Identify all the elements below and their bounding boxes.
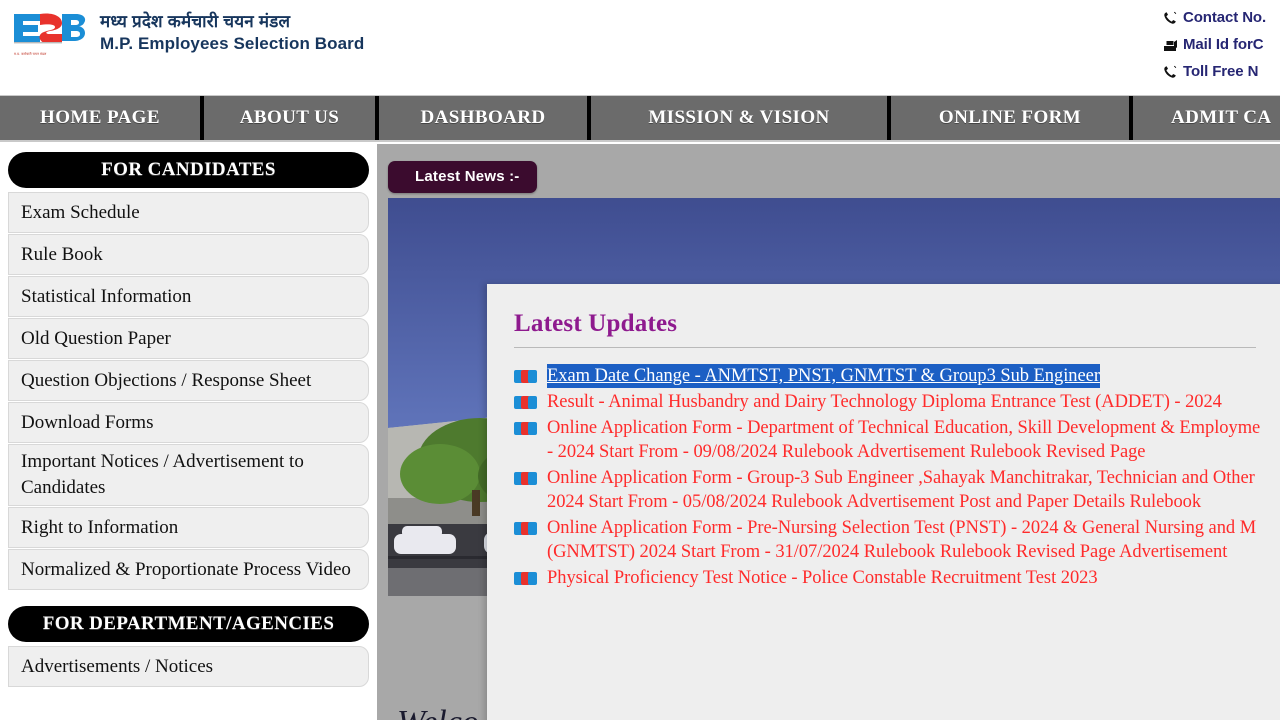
- title-divider: [514, 347, 1256, 348]
- sidebar-item-advertisements-notices[interactable]: Advertisements / Notices: [8, 646, 369, 687]
- update-link[interactable]: Exam Date Change - ANMTST, PNST, GNMTST …: [547, 364, 1100, 388]
- sidebar: FOR CANDIDATES Exam Schedule Rule Book S…: [0, 144, 377, 720]
- list-item[interactable]: Exam Date Change - ANMTST, PNST, GNMTST …: [514, 364, 1280, 388]
- update-link-continuation[interactable]: 2024 Start From - 05/08/2024 Rulebook Ad…: [547, 490, 1255, 514]
- list-item[interactable]: Online Application Form - Department of …: [514, 416, 1280, 464]
- list-item[interactable]: Online Application Form - Group-3 Sub En…: [514, 466, 1280, 514]
- contact-phone-label: Contact No.: [1183, 9, 1267, 26]
- esb-logo-icon: [514, 571, 538, 586]
- nav-item-online-form[interactable]: ONLINE FORM: [891, 96, 1133, 140]
- logo-title-hindi: मध्य प्रदेश कर्मचारी चयन मंडल: [100, 11, 291, 31]
- update-link-continuation[interactable]: - 2024 Start From - 09/08/2024 Rulebook …: [547, 440, 1260, 464]
- latest-updates-title: Latest Updates: [514, 310, 678, 337]
- contact-row-tollfree[interactable]: Toll Free N: [1162, 58, 1280, 85]
- sidebar-item-download-forms[interactable]: Download Forms: [8, 402, 369, 443]
- sidebar-heading-department: FOR DEPARTMENT/AGENCIES: [8, 606, 369, 642]
- sidebar-item-question-objections[interactable]: Question Objections / Response Sheet: [8, 360, 369, 401]
- esb-logo-icon: [514, 369, 538, 384]
- phone-icon: [1162, 10, 1178, 26]
- sidebar-item-exam-schedule[interactable]: Exam Schedule: [8, 192, 369, 233]
- latest-news-tab[interactable]: Latest News :-: [388, 161, 537, 193]
- site-logo[interactable]: म.प्र. कर्मचारी चयन मंडल मध्य प्रदेश कर्…: [10, 8, 365, 56]
- esb-logo-icon: [514, 421, 538, 436]
- sidebar-item-rule-book[interactable]: Rule Book: [8, 234, 369, 275]
- main-content: Latest News :- Latest Updates Exam Date …: [377, 144, 1280, 720]
- update-link[interactable]: Online Application Form - Department of …: [547, 416, 1260, 440]
- list-item[interactable]: Result - Animal Husbandry and Dairy Tech…: [514, 390, 1280, 414]
- latest-updates-panel: Latest Updates Exam Date Change - ANMTST…: [487, 284, 1280, 720]
- updates-list: Exam Date Change - ANMTST, PNST, GNMTST …: [514, 364, 1280, 590]
- logo-title-english: M.P. Employees Selection Board: [100, 33, 365, 53]
- esb-logo-icon: [514, 395, 538, 410]
- nav-item-mission-vision[interactable]: MISSION & VISION: [591, 96, 891, 140]
- phone-icon: [1162, 64, 1178, 80]
- sidebar-item-normalized-process[interactable]: Normalized & Proportionate Process Video: [8, 549, 369, 590]
- nav-item-home-page[interactable]: HOME PAGE: [0, 96, 204, 140]
- contact-info: Contact No. Mail Id forC Toll Free N: [1162, 4, 1280, 85]
- nav-item-admit-card[interactable]: ADMIT CA: [1133, 96, 1276, 140]
- logo-tagline: म.प्र. कर्मचारी चयन मंडल: [14, 52, 47, 56]
- contact-tollfree-label: Toll Free N: [1183, 63, 1259, 80]
- esb-logo-icon: म.प्र. कर्मचारी चयन मंडल: [10, 8, 90, 56]
- sidebar-item-important-notices[interactable]: Important Notices / Advertisement to Can…: [8, 444, 369, 506]
- contact-row-mail[interactable]: Mail Id forC: [1162, 31, 1280, 58]
- contact-mail-label: Mail Id forC: [1183, 36, 1264, 53]
- sidebar-item-statistical-information[interactable]: Statistical Information: [8, 276, 369, 317]
- main-navigation: HOME PAGE ABOUT US DASHBOARD MISSION & V…: [0, 96, 1280, 142]
- update-link[interactable]: Result - Animal Husbandry and Dairy Tech…: [547, 390, 1222, 414]
- esb-logo-icon: [514, 521, 538, 536]
- welcome-script-text: Welco: [397, 704, 479, 720]
- update-link-continuation[interactable]: (GNMTST) 2024 Start From - 31/07/2024 Ru…: [547, 540, 1256, 564]
- fax-icon: [1162, 37, 1178, 53]
- esb-logo-icon: [514, 471, 538, 486]
- nav-item-about-us[interactable]: ABOUT US: [204, 96, 379, 140]
- list-item[interactable]: Online Application Form - Pre-Nursing Se…: [514, 516, 1280, 564]
- list-item[interactable]: Physical Proficiency Test Notice - Polic…: [514, 566, 1280, 590]
- update-link[interactable]: Online Application Form - Pre-Nursing Se…: [547, 516, 1256, 540]
- update-link[interactable]: Online Application Form - Group-3 Sub En…: [547, 466, 1255, 490]
- site-header: म.प्र. कर्मचारी चयन मंडल मध्य प्रदेश कर्…: [0, 0, 1280, 96]
- sidebar-heading-candidates: FOR CANDIDATES: [8, 152, 369, 188]
- sidebar-item-right-to-information[interactable]: Right to Information: [8, 507, 369, 548]
- nav-item-dashboard[interactable]: DASHBOARD: [379, 96, 591, 140]
- sidebar-item-old-question-paper[interactable]: Old Question Paper: [8, 318, 369, 359]
- contact-row-phone[interactable]: Contact No.: [1162, 4, 1280, 31]
- update-link[interactable]: Physical Proficiency Test Notice - Polic…: [547, 566, 1098, 590]
